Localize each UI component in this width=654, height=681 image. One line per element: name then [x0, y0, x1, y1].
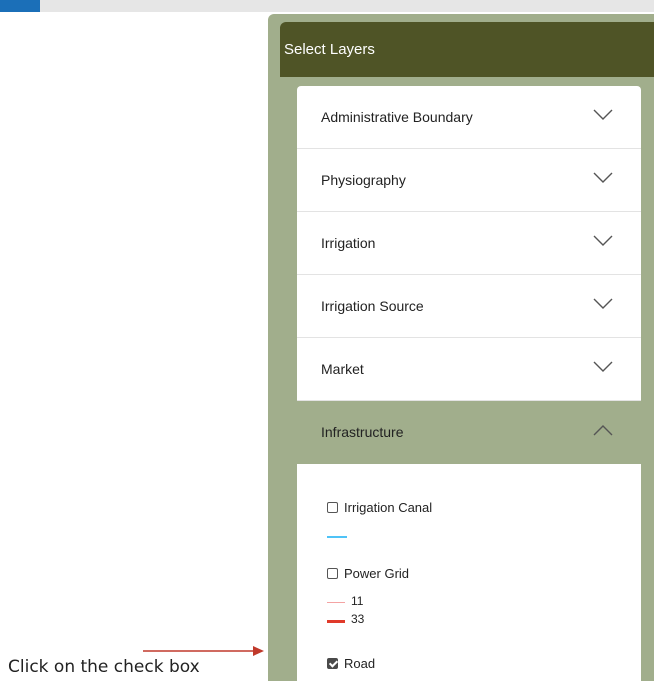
power-grid-checkbox[interactable]	[327, 568, 338, 579]
layer-label: Irrigation Canal	[344, 500, 433, 515]
chevron-down-icon	[593, 235, 613, 246]
section-label: Irrigation	[321, 235, 376, 251]
section-label: Irrigation Source	[321, 298, 424, 314]
irrigation-canal-checkbox[interactable]	[327, 502, 338, 513]
chevron-up-icon	[593, 425, 613, 436]
chevron-down-icon	[593, 109, 613, 120]
layer-option-road[interactable]: Road	[327, 656, 375, 671]
legend-value-11: 11	[351, 594, 364, 608]
chevron-down-icon	[593, 361, 613, 372]
section-market[interactable]: Market	[297, 338, 641, 401]
section-label: Physiography	[321, 172, 406, 188]
layer-label: Power Grid	[344, 566, 410, 581]
top-bar-accent	[0, 0, 40, 12]
layer-label: Road	[344, 656, 376, 671]
section-physiography[interactable]: Physiography	[297, 149, 641, 212]
section-label: Infrastructure	[321, 424, 404, 440]
top-bar	[0, 0, 654, 12]
section-label: Market	[321, 361, 364, 377]
section-infrastructure[interactable]: Infrastructure	[297, 401, 641, 464]
chevron-down-icon	[593, 298, 613, 309]
layer-option-power-grid[interactable]: Power Grid	[327, 566, 409, 581]
power-grid-legend-swatch-33	[327, 620, 345, 623]
irrigation-canal-legend-swatch	[327, 536, 347, 538]
layers-accordion: Administrative Boundary Physiography Irr…	[297, 86, 641, 681]
panel-title: Select Layers	[280, 22, 654, 77]
layer-option-irrigation-canal[interactable]: Irrigation Canal	[327, 500, 432, 515]
road-checkbox[interactable]	[327, 658, 338, 669]
power-grid-legend-swatch-11	[327, 602, 345, 603]
section-irrigation-source[interactable]: Irrigation Source	[297, 275, 641, 338]
layers-panel: Select Layers Administrative Boundary Ph…	[268, 14, 654, 681]
annotation-arrow-icon	[143, 646, 264, 656]
infrastructure-layer-list: Irrigation Canal Power Grid 11 33 Road	[297, 464, 641, 681]
chevron-down-icon	[593, 172, 613, 183]
section-administrative-boundary[interactable]: Administrative Boundary	[297, 86, 641, 149]
annotation-instruction: Click on the check box	[8, 657, 200, 677]
section-label: Administrative Boundary	[321, 109, 473, 125]
section-irrigation[interactable]: Irrigation	[297, 212, 641, 275]
legend-value-33: 33	[351, 612, 365, 626]
